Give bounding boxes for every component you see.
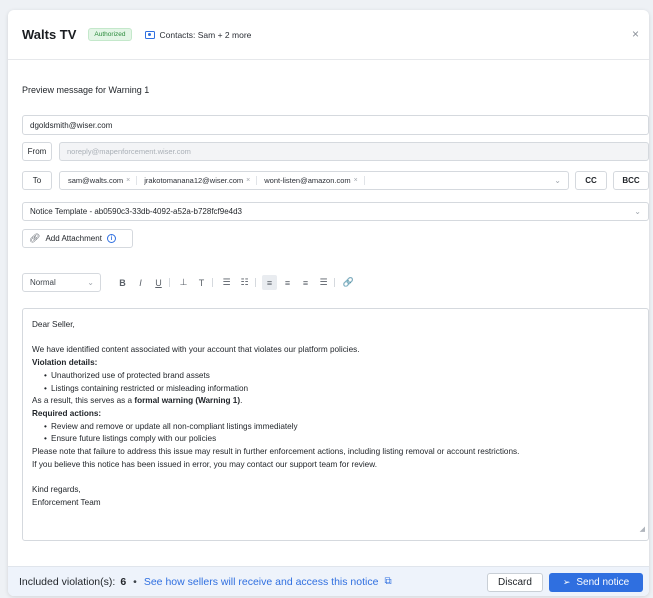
discard-button[interactable]: Discard [487, 573, 543, 592]
greeting-line: Dear Seller, [32, 320, 75, 329]
required-heading: Required actions: [32, 408, 102, 418]
send-notice-button[interactable]: ➢ Send notice [549, 573, 643, 592]
recipient-chip: jrakotomanana12@wiser.com × [144, 176, 258, 185]
toolbar-divider [255, 278, 256, 287]
contacts-button[interactable]: Contacts: Sam + 2 more [144, 29, 252, 40]
recipient-chip-label: jrakotomanana12@wiser.com [144, 176, 244, 185]
contacts-label: Contacts: Sam + 2 more [159, 29, 252, 40]
send-icon: ➢ [562, 577, 571, 587]
modal-footer: Included violation(s): 6 • See how selle… [8, 566, 649, 596]
align-right-icon[interactable]: ≡ [298, 275, 313, 290]
modal-header: Walts TV Authorized Contacts: Sam + 2 mo… [8, 10, 649, 60]
template-value: Notice Template - ab0590c3-33db-4092-a52… [30, 207, 243, 216]
list-item: Ensure future listings comply with our p… [32, 433, 639, 446]
result-line: As a result, this serves as a formal war… [32, 396, 243, 406]
subscript-icon[interactable]: ⊥ [176, 275, 191, 290]
remove-chip-icon[interactable]: × [126, 177, 130, 184]
recipient-chip: sam@walts.com × [68, 176, 138, 185]
remove-chip-icon[interactable]: × [246, 177, 250, 184]
to-label: To [22, 171, 52, 190]
note-line: Please note that failure to address this… [32, 447, 520, 457]
bullet-list-icon[interactable]: ☷ [237, 275, 252, 290]
violation-heading: Violation details: [32, 358, 98, 368]
toolbar-divider [334, 278, 335, 287]
list-item: Listings containing restricted or mislea… [32, 383, 639, 396]
recipient-chip: wont-listen@amazon.com × [264, 176, 365, 185]
team-line: Enforcement Team [32, 497, 101, 507]
add-attachment-label: Add Attachment [45, 234, 102, 243]
to-recipients-select[interactable]: sam@walts.com × jrakotomanana12@wiser.co… [59, 171, 569, 190]
cc-button[interactable]: CC [575, 171, 607, 190]
template-select[interactable]: Notice Template - ab0590c3-33db-4092-a52… [22, 202, 649, 221]
italic-icon[interactable]: I [133, 275, 148, 290]
bcc-button[interactable]: BCC [613, 171, 649, 190]
preview-title: Preview message for Warning 1 [22, 85, 150, 95]
contact-card-icon [144, 30, 155, 39]
add-attachment-button[interactable]: 🔗︎ Add Attachment i [22, 229, 133, 248]
violations-count: 6 [120, 575, 127, 588]
chevron-down-icon[interactable]: ⌄ [554, 176, 561, 185]
text-format-value: Normal [30, 278, 56, 287]
recipient-input[interactable]: dgoldsmith@wiser.com [22, 115, 649, 135]
separator-dot: • [133, 575, 137, 588]
authorized-badge: Authorized [88, 28, 132, 41]
close-icon[interactable]: × [632, 28, 639, 40]
violations-label: Included violation(s): [19, 575, 116, 588]
info-icon[interactable]: i [106, 234, 116, 243]
external-link-icon[interactable]: ⧉ [384, 576, 391, 587]
send-notice-label: Send notice [576, 577, 630, 588]
align-center-icon[interactable]: ≡ [280, 275, 295, 290]
chevron-down-icon: ⌄ [634, 207, 641, 216]
ordered-list-icon[interactable]: ☰ [219, 275, 234, 290]
text-format-select[interactable]: Normal ⌄ [22, 273, 101, 292]
recipient-chip-label: wont-listen@amazon.com [264, 176, 351, 185]
list-item: Review and remove or update all non-comp… [32, 421, 639, 434]
seller-view-link[interactable]: See how sellers will receive and access … [144, 576, 379, 588]
from-field: noreply@mapenforcement.wiser.com [59, 142, 649, 161]
signoff-line: Kind regards, [32, 485, 81, 495]
list-item: Unauthorized use of protected brand asse… [32, 370, 639, 383]
toolbar-divider [169, 278, 170, 287]
remove-chip-icon[interactable]: × [354, 177, 358, 184]
align-left-icon[interactable]: ≡ [262, 275, 277, 290]
paperclip-icon: 🔗︎ [29, 233, 41, 243]
recipient-chip-label: sam@walts.com [68, 176, 124, 185]
message-editor[interactable]: Dear Seller, We have identified content … [22, 308, 649, 541]
seller-name: Walts TV [22, 27, 77, 42]
bold-icon[interactable]: B [115, 275, 130, 290]
notice-modal: Walts TV Authorized Contacts: Sam + 2 mo… [8, 10, 649, 596]
justify-icon[interactable]: ☰ [316, 275, 331, 290]
chevron-down-icon: ⌄ [87, 278, 94, 287]
editor-toolbar: Normal ⌄ B I U ⊥ T ☰ ☷ ≡ ≡ ≡ ☰ 🔗 [22, 273, 649, 292]
resize-handle-icon[interactable]: ◢ [640, 524, 645, 537]
error-note-line: If you believe this notice has been issu… [32, 459, 377, 469]
superscript-icon[interactable]: T [194, 275, 209, 290]
intro-line: We have identified content associated wi… [32, 345, 360, 355]
link-icon[interactable]: 🔗 [341, 275, 356, 290]
toolbar-divider [212, 278, 213, 287]
from-label: From [22, 142, 52, 161]
underline-icon[interactable]: U [151, 275, 166, 290]
